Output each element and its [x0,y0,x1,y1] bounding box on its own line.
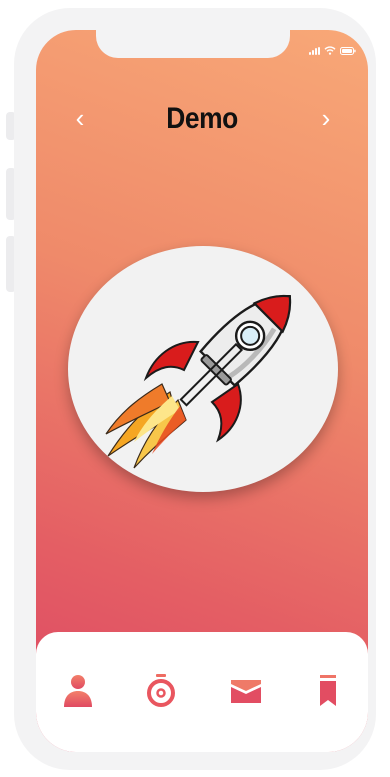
wifi-icon [324,46,336,55]
header: ‹ Demo › [36,100,368,140]
tab-stopwatch[interactable] [141,674,181,708]
hero-circle [68,246,338,492]
signal-icon [309,46,320,55]
stopwatch-icon [147,674,175,707]
profile-icon [64,675,92,707]
page-title: Demo [166,102,238,135]
rocket-fin-left [143,340,200,382]
tab-mail[interactable] [226,674,266,708]
notch [96,30,290,58]
tab-bookmark[interactable] [308,674,348,708]
app-screen: ‹ Demo › [36,30,368,752]
tab-profile[interactable] [58,674,98,708]
flame-icon [105,383,187,469]
rocket-illustration [105,294,292,469]
battery-icon [340,46,356,55]
mail-icon [231,680,261,703]
bookmark-icon [320,675,336,706]
rocket-fin-right [210,382,242,443]
tab-bar [36,632,368,752]
status-bar [309,46,356,55]
next-button[interactable]: › [312,104,340,132]
